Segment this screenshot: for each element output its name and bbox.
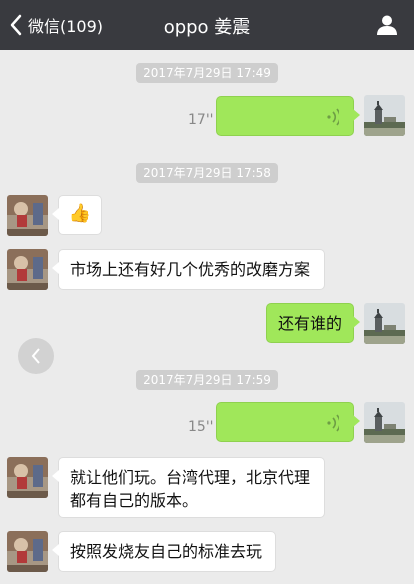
contact-photo-icon (7, 249, 48, 290)
back-label: 微信(109) (28, 17, 104, 36)
person-icon (377, 15, 397, 35)
voice-duration: 17'' (188, 112, 214, 128)
chevron-left-circle-icon (31, 348, 40, 364)
message-bubble[interactable]: 👍 (52, 195, 102, 235)
timestamp-label: 2017年7月29日 17:49 (136, 63, 278, 83)
contact-photo-icon (7, 457, 48, 498)
lighthouse-avatar-icon (364, 303, 405, 344)
message-text: 市场上还有好几个优秀的改磨方案 (70, 260, 311, 279)
lighthouse-avatar-icon (364, 402, 405, 443)
sound-wave-icon (327, 414, 339, 432)
my-avatar[interactable] (364, 95, 405, 136)
voice-message-bubble[interactable] (216, 402, 360, 442)
message-bubble[interactable]: 按照发烧友自己的标准去玩 (52, 531, 276, 572)
sound-wave-icon (327, 108, 339, 126)
message-text: 按照发烧友自己的标准去玩 (70, 542, 263, 561)
message-text: 还有谁的 (278, 314, 343, 333)
contact-avatar[interactable] (7, 195, 48, 236)
my-avatar[interactable] (364, 303, 405, 344)
chat-area[interactable]: 2017年7月29日 17:49 17'' 2017年7月29日 17:58 👍… (0, 50, 414, 584)
navbar: 微信(109) oppo 姜震 (0, 0, 414, 50)
message-bubble[interactable]: 市场上还有好几个优秀的改磨方案 (52, 249, 325, 290)
timestamp: 2017年7月29日 17:49 (0, 62, 414, 83)
contact-avatar[interactable] (7, 531, 48, 572)
lighthouse-avatar-icon (364, 95, 405, 136)
chevron-left-icon (10, 14, 22, 36)
profile-button[interactable] (376, 14, 398, 36)
thumbs-up-emoji: 👍 (68, 203, 92, 224)
my-avatar[interactable] (364, 402, 405, 443)
contact-avatar[interactable] (7, 249, 48, 290)
contact-photo-icon (7, 195, 48, 236)
message-bubble[interactable]: 还有谁的 (266, 303, 360, 343)
timestamp-label: 2017年7月29日 17:59 (136, 370, 278, 390)
voice-message-bubble[interactable] (216, 96, 360, 136)
timestamp: 2017年7月29日 17:59 (0, 369, 414, 390)
voice-duration: 15'' (188, 419, 214, 435)
message-text-line: 都有自己的版本。 (70, 491, 199, 510)
back-button[interactable]: 微信(109) (10, 12, 103, 38)
timestamp-label: 2017年7月29日 17:58 (136, 163, 278, 183)
message-bubble[interactable]: 就让他们玩。台湾代理，北京代理 都有自己的版本。 (52, 457, 325, 518)
contact-photo-icon (7, 531, 48, 572)
timestamp: 2017年7月29日 17:58 (0, 162, 414, 183)
contact-avatar[interactable] (7, 457, 48, 498)
